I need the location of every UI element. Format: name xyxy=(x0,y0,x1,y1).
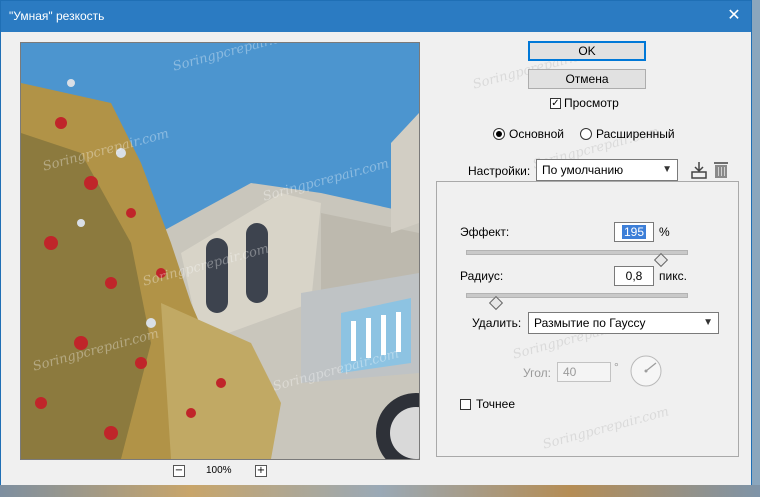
amount-value: 195 xyxy=(621,225,647,239)
chevron-down-icon: ▼ xyxy=(662,164,672,175)
amount-slider[interactable] xyxy=(466,250,688,268)
more-accurate-checkbox[interactable] xyxy=(460,399,471,410)
more-accurate-label: Точнее xyxy=(476,397,516,411)
radius-unit: пикс. xyxy=(659,269,687,283)
remove-dropdown[interactable]: Размытие по Гауссу ▼ xyxy=(528,312,719,334)
smart-sharpen-dialog: "Умная" резкость ✕ Soringpcrepair.com So… xyxy=(0,0,752,486)
preview-photo xyxy=(21,43,419,459)
radius-value: 0,8 xyxy=(625,269,643,283)
angle-value: 40 xyxy=(563,365,577,379)
radius-input[interactable]: 0,8 xyxy=(614,266,654,286)
advanced-radio-label: Расширенный xyxy=(596,127,675,141)
chevron-down-icon: ▼ xyxy=(703,317,713,328)
basic-radio[interactable] xyxy=(493,128,505,140)
window-title: "Умная" резкость xyxy=(9,9,105,23)
angle-dial-icon xyxy=(630,355,662,387)
amount-input[interactable]: 195 xyxy=(614,222,654,242)
zoom-out-button[interactable]: − xyxy=(173,465,185,477)
angle-unit: ° xyxy=(614,360,619,374)
background-photo-strip xyxy=(0,485,760,497)
radius-label: Радиус: xyxy=(460,269,504,283)
settings-value: По умолчанию xyxy=(542,163,624,177)
amount-label: Эффект: xyxy=(460,225,510,239)
remove-label: Удалить: xyxy=(472,316,522,330)
ok-button[interactable]: OK xyxy=(528,41,646,61)
radius-slider[interactable] xyxy=(466,293,688,311)
basic-radio-label: Основной xyxy=(509,127,565,141)
advanced-radio[interactable] xyxy=(580,128,592,140)
settings-dropdown[interactable]: По умолчанию ▼ xyxy=(536,159,678,181)
remove-value: Размытие по Гауссу xyxy=(534,316,646,330)
amount-unit: % xyxy=(659,225,670,239)
preview-image[interactable]: Soringpcrepair.com Soringpcrepair.com So… xyxy=(20,42,420,460)
cancel-button[interactable]: Отмена xyxy=(528,69,646,89)
zoom-controls: − 100% + xyxy=(173,465,273,479)
angle-label: Угол: xyxy=(523,366,551,380)
zoom-in-button[interactable]: + xyxy=(255,465,267,477)
zoom-level: 100% xyxy=(206,465,232,476)
radio-selected-dot xyxy=(496,131,502,137)
delete-preset-icon[interactable] xyxy=(713,160,729,180)
close-icon[interactable]: ✕ xyxy=(725,7,743,25)
settings-label: Настройки: xyxy=(468,164,531,178)
save-preset-icon[interactable] xyxy=(690,160,710,180)
preview-checkbox-label: Просмотр xyxy=(564,96,619,110)
angle-input: 40 xyxy=(557,362,611,382)
title-bar[interactable]: "Умная" резкость ✕ xyxy=(1,1,751,32)
preview-checkbox[interactable]: ✓ xyxy=(550,98,561,109)
